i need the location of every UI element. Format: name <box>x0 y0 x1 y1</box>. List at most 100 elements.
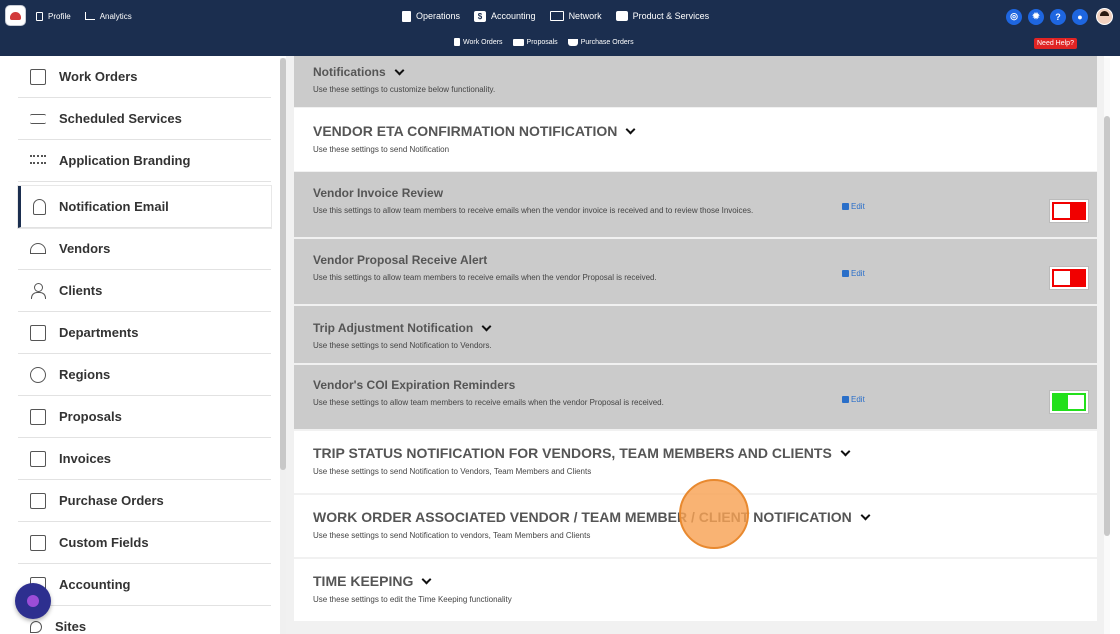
sidebar-item-regions[interactable]: Regions <box>18 354 271 396</box>
main-scrollbar[interactable] <box>1104 58 1110 634</box>
dollar-icon: $ <box>474 10 487 22</box>
chevron-down-icon[interactable] <box>860 510 871 521</box>
subnav-purchase-orders[interactable]: Purchase Orders <box>567 38 634 46</box>
sidebar-item-departments[interactable]: Departments <box>18 312 271 354</box>
help-icon[interactable]: ? <box>1050 8 1066 25</box>
sidebar-item-clients[interactable]: Clients <box>18 270 271 312</box>
chevron-down-icon[interactable] <box>481 321 492 332</box>
nav-analytics-label: Analytics <box>99 11 132 21</box>
sidebar-item-label: Application Branding <box>59 153 191 168</box>
section-vendor-invoice-review: Vendor Invoice Review Use this settings … <box>294 172 1097 237</box>
chevron-down-icon[interactable] <box>421 574 432 585</box>
sidebar-item-scheduled-services[interactable]: Scheduled Services <box>18 98 271 140</box>
nav-accounting-label: Accounting <box>491 11 536 21</box>
section-time-keeping[interactable]: TIME KEEPING Use these settings to edit … <box>294 559 1097 621</box>
chevron-down-icon[interactable] <box>840 446 851 457</box>
sidebar-item-proposals[interactable]: Proposals <box>18 396 271 438</box>
section-trip-adjustment[interactable]: Trip Adjustment Notification Use these s… <box>294 306 1097 363</box>
section-title: Trip Adjustment Notification <box>313 321 1097 335</box>
section-title: Vendor Proposal Receive Alert <box>313 253 1097 267</box>
pin-icon <box>30 620 42 633</box>
section-desc: Use these settings to send Notification <box>313 145 450 154</box>
nav-accounting[interactable]: $ Accounting <box>474 10 536 22</box>
custom-fields-icon <box>30 534 46 551</box>
sidebar-item-label: Vendors <box>59 241 111 256</box>
chevron-down-icon[interactable] <box>625 124 636 135</box>
section-coi-expiration: Vendor's COI Expiration Reminders Use th… <box>294 365 1097 429</box>
section-title-text: Vendor Invoice Review <box>313 186 444 200</box>
sidebar-item-label: Sites <box>55 619 87 634</box>
main-scroll-thumb[interactable] <box>1104 116 1110 536</box>
section-notifications[interactable]: Notifications Use these settings to cust… <box>294 56 1097 107</box>
chat-icon[interactable]: ● <box>1072 8 1088 25</box>
nav-analytics[interactable]: Analytics <box>84 11 132 21</box>
edit-label: Edit <box>851 202 865 211</box>
group-icon <box>30 153 46 169</box>
section-desc: Use these settings to edit the Time Keep… <box>313 595 512 604</box>
sidebar-item-purchase-orders[interactable]: Purchase Orders <box>18 480 271 522</box>
section-title: TRIP STATUS NOTIFICATION FOR VENDORS, TE… <box>313 445 1097 461</box>
nav-network[interactable]: Network <box>549 11 602 21</box>
section-title: Notifications <box>313 65 1097 79</box>
chart-icon <box>84 12 95 20</box>
edit-link[interactable]: Edit <box>842 395 865 404</box>
sidebar-item-label: Custom Fields <box>59 535 149 550</box>
toggle-switch[interactable] <box>1050 267 1088 289</box>
need-help-button[interactable]: Need Help? <box>1034 38 1077 49</box>
nav-center: Operations $ Accounting Network Product … <box>402 8 709 24</box>
toggle-switch[interactable] <box>1050 391 1088 413</box>
sidebar-item-label: Accounting <box>59 577 131 592</box>
edit-link[interactable]: Edit <box>842 202 865 211</box>
app-logo[interactable] <box>5 5 26 26</box>
gear-icon[interactable]: ✹ <box>1028 8 1044 25</box>
sidebar-item-custom-fields[interactable]: Custom Fields <box>18 522 271 564</box>
subnav-work-orders[interactable]: Work Orders <box>454 38 503 46</box>
target-icon[interactable]: ◎ <box>1006 8 1022 25</box>
network-icon <box>549 11 564 21</box>
person-icon <box>30 282 46 299</box>
nav-products[interactable]: Product & Services <box>615 11 709 21</box>
section-title: Vendor Invoice Review <box>313 186 1097 200</box>
sidebar-item-application-branding[interactable]: Application Branding <box>18 140 271 182</box>
section-title-text: Notifications <box>313 65 386 79</box>
clipboard-icon <box>30 68 46 85</box>
nav-right: ◎ ✹ ? ● <box>1006 8 1113 25</box>
chat-widget-button[interactable] <box>15 583 51 619</box>
click-highlight <box>679 479 749 549</box>
sidebar-item-work-orders[interactable]: Work Orders <box>18 56 271 98</box>
sidebar-item-label: Purchase Orders <box>59 493 164 508</box>
sidebar-item-notification-email[interactable]: Notification Email <box>18 186 271 228</box>
nav-operations[interactable]: Operations <box>402 10 460 22</box>
edit-label: Edit <box>851 269 865 278</box>
sidebar-item-label: Scheduled Services <box>59 111 182 126</box>
chevron-down-icon[interactable] <box>394 65 405 76</box>
avatar[interactable] <box>1096 8 1113 25</box>
nav-profile[interactable]: Profile <box>36 11 71 21</box>
subnav-work-orders-label: Work Orders <box>463 38 503 46</box>
subnav-proposals[interactable]: Proposals <box>512 38 558 46</box>
subnav-proposals-label: Proposals <box>526 38 558 46</box>
bell-icon <box>33 198 46 215</box>
sidebar-item-vendors[interactable]: Vendors <box>18 228 271 270</box>
sidebar-item-label: Notification Email <box>59 199 169 214</box>
edit-link[interactable]: Edit <box>842 269 865 278</box>
clipboard-icon <box>454 38 460 46</box>
sidebar-item-label: Clients <box>59 283 103 298</box>
top-navbar: Profile Analytics Operations $ Accountin… <box>0 0 1120 56</box>
section-vendor-eta[interactable]: VENDOR ETA CONFIRMATION NOTIFICATION Use… <box>294 108 1097 171</box>
sidebar-item-label: Invoices <box>59 451 112 466</box>
purchase-order-icon <box>30 492 46 509</box>
clipboard-icon <box>402 10 411 22</box>
section-title-text: Vendor Proposal Receive Alert <box>313 253 488 267</box>
section-title-text: Trip Adjustment Notification <box>313 321 474 335</box>
toggle-switch[interactable] <box>1050 200 1088 222</box>
sidebar-item-accounting[interactable]: Accounting <box>18 564 271 606</box>
nav-profile-label: Profile <box>48 11 71 21</box>
invoice-icon <box>30 450 46 467</box>
section-title-text: VENDOR ETA CONFIRMATION NOTIFICATION <box>313 123 618 139</box>
section-title: TIME KEEPING <box>313 573 1097 589</box>
section-title-text: Vendor's COI Expiration Reminders <box>313 378 516 392</box>
document-icon <box>36 11 43 21</box>
sidebar-item-sites[interactable]: Sites <box>18 606 271 634</box>
sidebar-item-invoices[interactable]: Invoices <box>18 438 271 480</box>
